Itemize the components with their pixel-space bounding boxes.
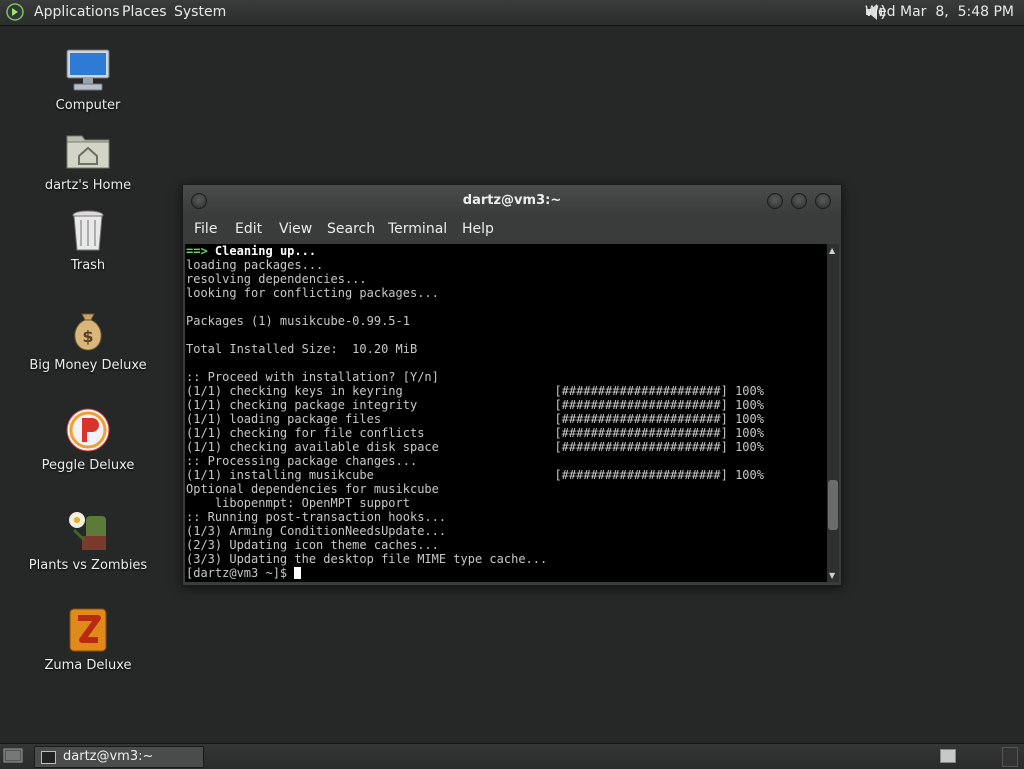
desktop-icon-pvz[interactable]: Plants vs Zombies <box>18 506 158 573</box>
desktop-icon-zuma[interactable]: Zuma Deluxe <box>18 606 158 673</box>
terminal-output[interactable]: ==> Cleaning up... loading packages... r… <box>185 244 827 582</box>
terminal-line: resolving dependencies... <box>186 272 367 286</box>
terminal-line: :: Running post-transaction hooks... <box>186 510 447 524</box>
desktop-icon-trash[interactable]: Trash <box>18 206 158 273</box>
window-titlebar[interactable]: dartz@vm3:~ <box>183 185 841 215</box>
desktop-icon-label: Trash <box>70 258 106 273</box>
menu-view[interactable]: View <box>279 221 312 237</box>
desktop-icon-peggle[interactable]: Peggle Deluxe <box>18 406 158 473</box>
trash-applet-icon[interactable] <box>1002 747 1018 767</box>
terminal-line: (1/1) installing musikcube [############… <box>186 468 764 482</box>
desktop-icon-label: Big Money Deluxe <box>29 358 147 373</box>
terminal-line: Optional dependencies for musikcube <box>186 482 439 496</box>
taskbar-button-label: dartz@vm3:~ <box>63 749 154 764</box>
terminal-line: ==> Cleaning up... <box>185 244 827 258</box>
terminal-line: Total Installed Size: 10.20 MiB <box>186 342 418 356</box>
close-button[interactable] <box>815 193 831 209</box>
terminal-line: looking for conflicting packages... <box>186 286 439 300</box>
text-cursor <box>294 567 302 579</box>
desktop-icon-big-money[interactable]: $ Big Money Deluxe <box>18 306 158 373</box>
menu-help[interactable]: Help <box>462 221 494 237</box>
desktop-icon-home[interactable]: dartz's Home <box>18 126 158 193</box>
clock[interactable]: Wed Mar 8, 5:48 PM <box>865 4 1014 20</box>
terminal-line: (1/1) checking for file conflicts [#####… <box>186 426 764 440</box>
menu-search[interactable]: Search <box>327 221 375 237</box>
terminal-line: Packages (1) musikcube-0.99.5-1 <box>186 314 410 328</box>
desktop-icon-label: Peggle Deluxe <box>41 458 135 473</box>
terminal-line: (2/3) Updating icon theme caches... <box>186 538 439 552</box>
maximize-button[interactable] <box>791 193 807 209</box>
menu-terminal[interactable]: Terminal <box>388 221 447 237</box>
menu-file[interactable]: File <box>194 221 217 237</box>
desktop-icon-label: Zuma Deluxe <box>44 658 132 673</box>
terminal-line: (3/3) Updating the desktop file MIME typ… <box>186 552 548 566</box>
home-folder-icon <box>66 135 110 169</box>
taskbar-button-terminal[interactable]: dartz@vm3:~ <box>34 746 204 768</box>
gnome-foot-icon[interactable] <box>6 3 24 21</box>
terminal-app-icon <box>41 751 56 764</box>
terminal-line: (1/1) checking available disk space [###… <box>186 440 764 454</box>
scroll-up-arrow-icon[interactable]: ▲ <box>829 246 835 255</box>
computer-icon <box>66 49 110 91</box>
terminal-line: :: Processing package changes... <box>186 454 418 468</box>
terminal-line: :: Proceed with installation? [Y/n] <box>186 370 439 384</box>
money-bag-icon: $ <box>74 313 102 351</box>
plants-vs-zombies-icon <box>69 512 106 550</box>
menu-edit[interactable]: Edit <box>235 221 262 237</box>
terminal-line: (1/3) Arming ConditionNeedsUpdate... <box>186 524 447 538</box>
peggle-icon <box>66 408 110 452</box>
terminal-line: libopenmpt: OpenMPT support <box>186 496 410 510</box>
bottom-panel: dartz@vm3:~ <box>0 743 1024 769</box>
scroll-down-arrow-icon[interactable]: ▼ <box>829 571 835 580</box>
scrollbar-thumb[interactable] <box>828 480 838 531</box>
window-title: dartz@vm3:~ <box>462 193 562 208</box>
terminal-heading: Cleaning up... <box>214 244 317 258</box>
terminal-prompt-line[interactable]: [dartz@vm3 ~]$ <box>185 566 827 580</box>
desktop-icon-label: dartz's Home <box>44 178 132 193</box>
terminal-arrow: ==> <box>186 244 208 258</box>
terminal-line: (1/1) loading package files [###########… <box>186 412 764 426</box>
svg-text:$: $ <box>82 327 93 346</box>
terminal-line: (1/1) checking package integrity [######… <box>186 398 764 412</box>
show-desktop-icon[interactable] <box>3 747 23 765</box>
desktop-icon-label: Plants vs Zombies <box>28 558 148 573</box>
terminal-window[interactable]: dartz@vm3:~ File Edit View Search Termin… <box>182 184 842 586</box>
top-panel: Applications Places System Wed Mar 8, 5:… <box>0 0 1024 26</box>
minimize-button[interactable] <box>767 193 783 209</box>
terminal-line: loading packages... <box>186 258 324 272</box>
desktop-icon-computer[interactable]: Computer <box>18 46 158 113</box>
applications-menu[interactable]: Applications <box>34 4 120 20</box>
terminal-menubar: File Edit View Search Terminal Help <box>183 215 841 243</box>
vertical-scrollbar[interactable]: ▲ ▼ <box>827 244 839 582</box>
places-menu[interactable]: Places <box>122 4 167 20</box>
workspace-switcher-icon[interactable] <box>940 749 956 763</box>
trash-icon <box>72 210 104 251</box>
desktop-icon-label: Computer <box>55 98 121 113</box>
terminal-prompt: [dartz@vm3 ~]$ <box>186 566 295 580</box>
terminal-line: (1/1) checking keys in keyring [########… <box>186 384 764 398</box>
zuma-icon <box>69 608 107 652</box>
system-menu[interactable]: System <box>174 4 226 20</box>
